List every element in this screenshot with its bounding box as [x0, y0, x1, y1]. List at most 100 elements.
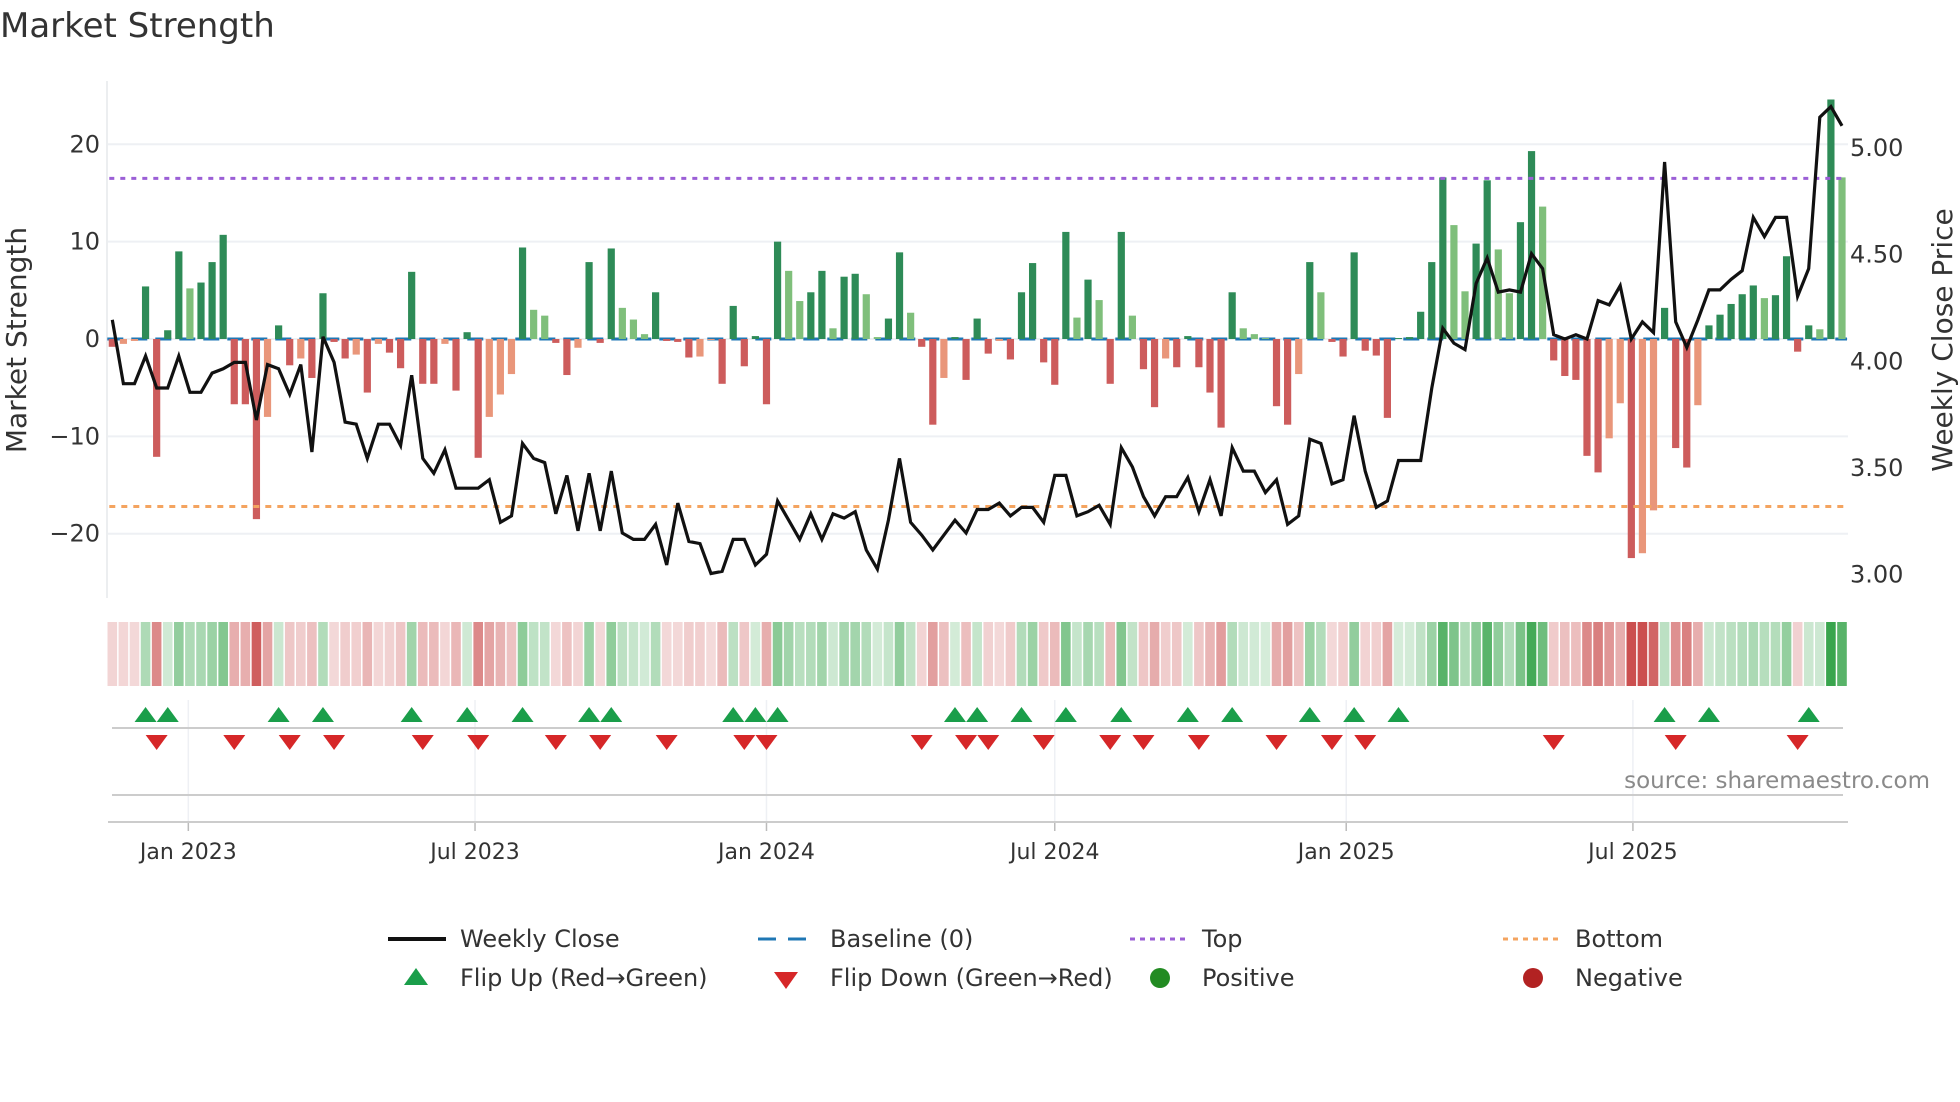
strength-bar [119, 339, 127, 344]
dashed-line-icon [758, 922, 818, 956]
strength-bar [1439, 177, 1447, 340]
heatmap-cell [861, 622, 872, 686]
solid-line-icon [388, 922, 448, 956]
strength-bar [219, 234, 227, 340]
strength-bar [1139, 339, 1148, 370]
strength-bar [1505, 293, 1513, 340]
x-tick-label: Jan 2023 [138, 840, 237, 865]
strength-bar [1727, 303, 1735, 340]
heatmap-cell [850, 622, 860, 686]
flip-up-marker [578, 707, 601, 722]
strength-bar [230, 339, 238, 405]
heatmap-cell [395, 622, 406, 686]
strength-bar [1394, 338, 1403, 340]
strength-bar [1217, 339, 1225, 428]
heatmap-cell [1304, 622, 1315, 686]
strength-bar [563, 339, 571, 376]
strength-bar [1106, 339, 1114, 384]
heatmap-cell [1560, 622, 1570, 686]
strength-bar [1361, 339, 1369, 351]
strength-bar [729, 305, 737, 340]
strength-bar [1117, 231, 1125, 340]
strength-bar [1649, 339, 1658, 511]
heatmap-cell [1670, 622, 1681, 686]
strength-bar [374, 339, 383, 344]
strength-bar [1405, 337, 1414, 340]
heatmap-cell [1327, 622, 1337, 686]
heatmap-cell [273, 622, 284, 686]
strength-bar [1771, 295, 1780, 340]
strength-bar [352, 339, 360, 355]
heatmap-cell [1815, 622, 1825, 686]
y-tick-label: −10 [49, 422, 100, 450]
strength-bar [607, 248, 615, 340]
strength-bar [1051, 339, 1059, 385]
heatmap-cell [140, 622, 151, 686]
strength-bar [1660, 307, 1669, 340]
heatmap-cell [1005, 622, 1016, 686]
strength-bar [640, 334, 649, 340]
strength-bar [175, 251, 183, 340]
heatmap-cell [551, 622, 561, 686]
heatmap-cell [1726, 622, 1736, 686]
strength-bar [696, 339, 704, 357]
heatmap-cell [1338, 622, 1348, 686]
strength-bar [796, 301, 804, 340]
strength-bar [1616, 339, 1624, 404]
circle-red-icon [1503, 961, 1563, 995]
heatmap-cell [584, 622, 594, 686]
heatmap-cell [262, 622, 273, 686]
strength-bar [308, 339, 316, 378]
legend-item-weekly-close: Weekly Close [388, 922, 620, 956]
heatmap-cell [1393, 622, 1404, 686]
heatmap-cell [1748, 622, 1759, 686]
axes: 20 10 0 −10 −20 5.00 4.50 4.00 3.50 3.00 Jan 2023 J… [49, 130, 1903, 865]
heatmap-cell [706, 622, 716, 686]
strength-bar [1572, 339, 1580, 380]
y-tick-label: 20 [69, 130, 100, 158]
strength-bars [108, 99, 1846, 559]
strength-bar [1295, 339, 1303, 375]
y-tick-label: −20 [49, 520, 100, 548]
heatmap-cell [695, 622, 705, 686]
strength-bar [1694, 339, 1702, 406]
heatmap-cell [1648, 622, 1659, 686]
strength-bar [297, 339, 305, 359]
heatmap-cell [1759, 622, 1770, 686]
legend-item-positive: Positive [1130, 961, 1295, 995]
heatmap-cell [916, 622, 927, 686]
heatmap-cell [794, 622, 805, 686]
strength-bar [130, 339, 139, 341]
strength-bar [164, 330, 172, 340]
heatmap-cell [307, 622, 317, 686]
strength-bar [1794, 339, 1802, 352]
strength-bar [1738, 294, 1746, 340]
strength-bar [1073, 317, 1081, 340]
flip-up-marker [966, 707, 989, 722]
strength-bar [1805, 325, 1813, 340]
heatmap-cell [329, 622, 339, 686]
heatmap-cell [417, 622, 428, 686]
flip-up-marker [511, 707, 534, 722]
flip-up-marker [311, 707, 334, 722]
flip-up-marker [766, 707, 789, 722]
strength-bar [1372, 339, 1380, 356]
strength-bar [153, 339, 161, 457]
strength-bar [918, 339, 926, 347]
strength-bar [507, 339, 516, 375]
heatmap-cell [1116, 622, 1127, 686]
dotted-line-orange-icon [1503, 922, 1563, 956]
heatmap-cell [129, 622, 140, 686]
flip-up-marker [1797, 707, 1820, 722]
y-axis-label: Market Strength [0, 227, 33, 453]
strength-bar [1450, 225, 1458, 340]
x-tick-label: Jan 2024 [716, 840, 815, 865]
strength-bar [552, 339, 560, 343]
flip-up-marker [722, 707, 745, 722]
x-tick-label: Jan 2025 [1296, 840, 1395, 865]
y-tick-label: 10 [69, 228, 100, 256]
heatmap-cell [1360, 622, 1371, 686]
strength-bar [1350, 252, 1358, 340]
heatmap-cell [1371, 622, 1382, 686]
heatmap-cell [185, 622, 195, 686]
